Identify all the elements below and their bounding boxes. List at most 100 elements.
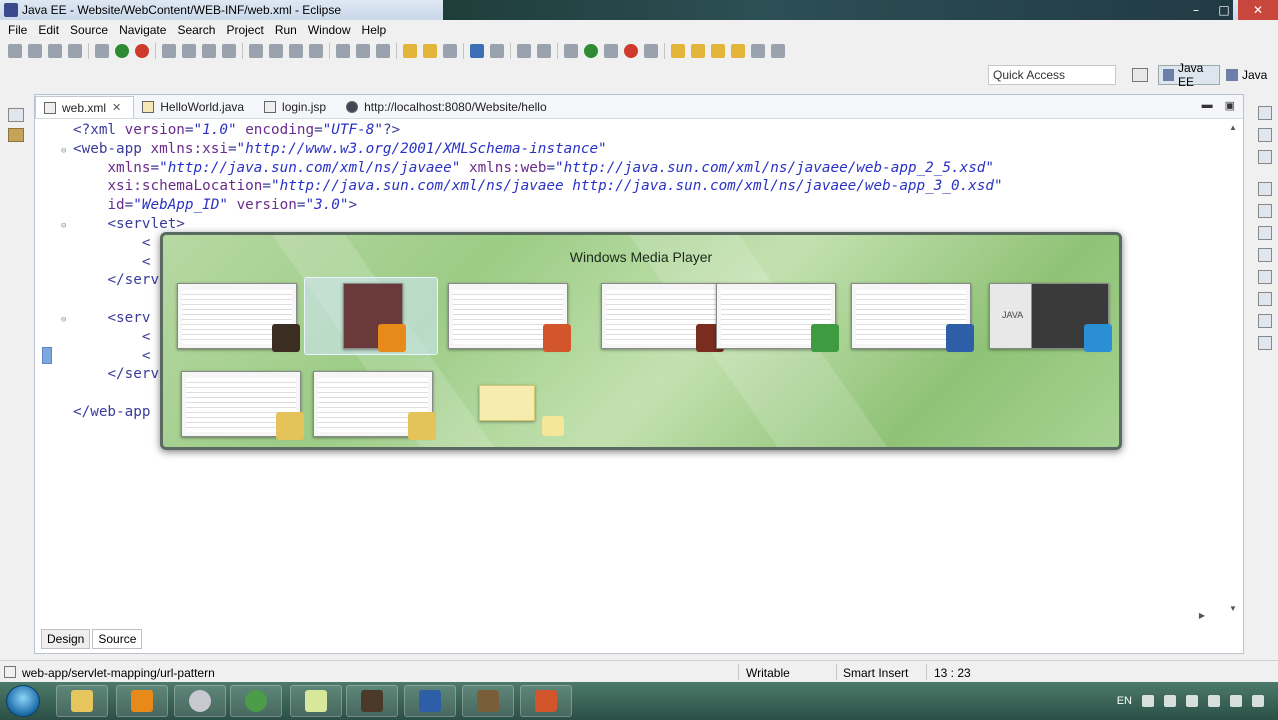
menu-run[interactable]: Run xyxy=(271,23,304,37)
new-wizard-icon[interactable] xyxy=(356,44,370,58)
run-on-server-icon[interactable] xyxy=(604,44,618,58)
switcher-thumb-desktop[interactable] xyxy=(479,385,564,436)
step-return-icon[interactable] xyxy=(289,44,303,58)
forward-icon[interactable] xyxy=(751,44,765,58)
restore-view-icon[interactable] xyxy=(8,108,24,122)
switcher-thumb-gimp-window[interactable] xyxy=(601,283,724,352)
menu-navigate[interactable]: Navigate xyxy=(115,23,173,37)
save-all-icon[interactable] xyxy=(48,44,62,58)
tab-close-icon[interactable]: ✕ xyxy=(112,101,121,114)
synchronize-icon[interactable] xyxy=(490,44,504,58)
progress-view-icon[interactable] xyxy=(1258,336,1272,350)
tab-web-xml[interactable]: web.xml ✕ xyxy=(35,96,135,118)
antivirus-icon[interactable] xyxy=(1252,695,1264,707)
external-tools-icon[interactable] xyxy=(135,44,149,58)
bluetooth-icon[interactable] xyxy=(1208,695,1220,707)
action-center-icon[interactable] xyxy=(1164,695,1176,707)
tab-source[interactable]: Source xyxy=(92,629,143,649)
resume-icon[interactable] xyxy=(182,44,196,58)
pin-editor-icon[interactable] xyxy=(564,44,578,58)
switcher-thumb-chrome-window[interactable] xyxy=(716,283,839,352)
tab-design[interactable]: Design xyxy=(41,629,91,649)
tab-browser-hello[interactable]: http://localhost:8080/Website/hello xyxy=(338,96,559,118)
taskbar-eclipse[interactable] xyxy=(346,685,398,717)
console-view-icon[interactable] xyxy=(1258,314,1272,328)
new-class-icon[interactable] xyxy=(376,44,390,58)
task-list-icon[interactable] xyxy=(1258,150,1272,164)
next-annotation-icon[interactable] xyxy=(671,44,685,58)
pin-icon[interactable] xyxy=(771,44,785,58)
project-explorer-icon[interactable] xyxy=(8,128,24,142)
hand-tool-icon[interactable] xyxy=(644,44,658,58)
previous-annotation-icon[interactable] xyxy=(691,44,705,58)
language-indicator[interactable]: EN xyxy=(1117,695,1132,707)
taskbar-word[interactable] xyxy=(404,685,456,717)
new-server-icon[interactable] xyxy=(336,44,350,58)
menu-help[interactable]: Help xyxy=(358,23,394,37)
menu-search[interactable]: Search xyxy=(173,23,222,37)
taskbar-powerpoint[interactable] xyxy=(520,685,572,717)
refactor-icon[interactable] xyxy=(309,44,323,58)
server-icon[interactable] xyxy=(95,44,109,58)
taskbar-gimp[interactable] xyxy=(462,685,514,717)
switcher-thumb-powerpoint-window[interactable] xyxy=(448,283,571,352)
taskbar-chrome[interactable] xyxy=(230,685,282,717)
print-icon[interactable] xyxy=(68,44,82,58)
switcher-thumb-eclipse-window[interactable] xyxy=(177,283,300,352)
step-into-icon[interactable] xyxy=(249,44,263,58)
menu-source[interactable]: Source xyxy=(66,23,115,37)
switcher-thumb-explorer-window-1[interactable] xyxy=(181,371,304,440)
minimize-editor-icon[interactable]: ▬ xyxy=(1202,99,1213,112)
maximize-button[interactable]: □ xyxy=(1210,0,1238,20)
taskbar-itunes[interactable] xyxy=(174,685,226,717)
start-button[interactable] xyxy=(6,685,40,717)
menu-window[interactable]: Window xyxy=(304,23,358,37)
switcher-thumb-explorer-window-2[interactable] xyxy=(313,371,436,440)
switcher-thumb-java-installer-window[interactable]: JAVA xyxy=(989,283,1112,352)
run-icon[interactable] xyxy=(115,44,129,58)
scroll-down-icon[interactable]: ▼ xyxy=(1229,604,1237,613)
tab-login-jsp[interactable]: login.jsp xyxy=(256,96,338,118)
perspective-javaee-button[interactable]: Java EE xyxy=(1158,61,1220,89)
step-over-icon[interactable] xyxy=(269,44,283,58)
open-web-browser-icon[interactable] xyxy=(470,44,484,58)
terminate-icon[interactable] xyxy=(222,44,236,58)
quick-access-input[interactable]: Quick Access xyxy=(988,65,1116,85)
scroll-up-icon[interactable]: ▲ xyxy=(1229,123,1237,132)
menu-edit[interactable]: Edit xyxy=(34,23,66,37)
skip-breakpoints-icon[interactable] xyxy=(162,44,176,58)
close-button[interactable]: ✕ xyxy=(1238,0,1278,20)
suspend-icon[interactable] xyxy=(202,44,216,58)
search-icon[interactable] xyxy=(443,44,457,58)
snippets-view-icon[interactable] xyxy=(1258,292,1272,306)
volume-icon[interactable] xyxy=(1230,695,1242,707)
maximize-editor-icon[interactable]: ▣ xyxy=(1225,99,1235,112)
open-type-icon[interactable] xyxy=(403,44,417,58)
vertical-scrollbar[interactable]: ▲ ▼ xyxy=(1227,123,1239,613)
taskbar-media-player[interactable] xyxy=(116,685,168,717)
open-resource-icon[interactable] xyxy=(423,44,437,58)
minimize-button[interactable]: – xyxy=(1182,0,1210,20)
last-edit-location-icon[interactable] xyxy=(711,44,725,58)
taskbar-sticky-notes[interactable] xyxy=(290,685,342,717)
data-source-icon[interactable] xyxy=(1258,270,1272,284)
debug-icon[interactable] xyxy=(584,44,598,58)
markers-view-icon[interactable] xyxy=(1258,204,1272,218)
outline-view-icon[interactable] xyxy=(1258,128,1272,142)
new-icon[interactable] xyxy=(8,44,22,58)
back-icon[interactable] xyxy=(731,44,745,58)
switcher-thumb-windows-media-player-window[interactable] xyxy=(343,283,406,352)
open-perspective-icon[interactable] xyxy=(1132,68,1148,82)
menu-file[interactable]: File xyxy=(4,23,34,37)
show-whitespace-icon[interactable] xyxy=(537,44,551,58)
scroll-right-icon[interactable]: ▶ xyxy=(1199,611,1205,620)
tab-helloworld-java[interactable]: HelloWorld.java xyxy=(134,96,256,118)
perspective-java-button[interactable]: Java xyxy=(1226,65,1267,85)
servers-view-icon[interactable] xyxy=(1258,248,1272,262)
restore-view-icon[interactable] xyxy=(1258,106,1272,120)
properties-view-icon[interactable] xyxy=(1258,226,1272,240)
toggle-mark-occurrences-icon[interactable] xyxy=(517,44,531,58)
horizontal-scrollbar[interactable]: ▶ xyxy=(35,611,1205,625)
network-icon[interactable] xyxy=(1186,695,1198,707)
show-hidden-icons-icon[interactable] xyxy=(1142,695,1154,707)
